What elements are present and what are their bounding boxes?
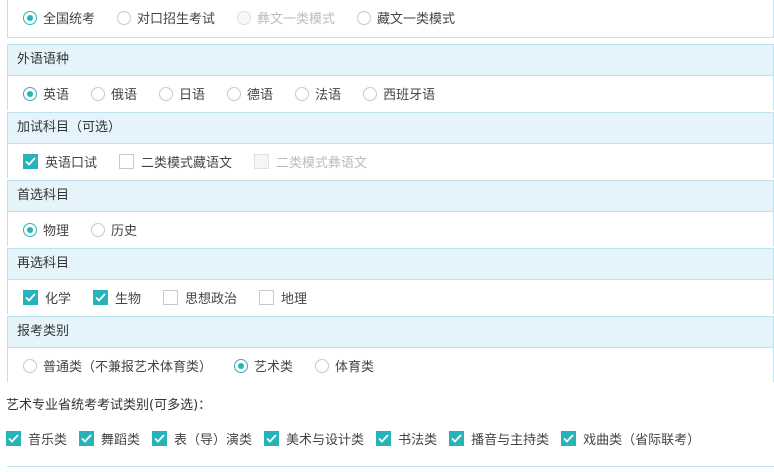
option-history[interactable]: 历史: [91, 220, 137, 239]
option-german[interactable]: 德语: [227, 84, 273, 103]
option-calligraphy[interactable]: 书法类: [376, 429, 437, 448]
radio-icon[interactable]: [315, 358, 330, 373]
radio-icon[interactable]: [295, 86, 310, 101]
option-chemistry[interactable]: 化学: [23, 288, 71, 307]
checkbox-icon[interactable]: [376, 431, 392, 446]
checkbox-icon[interactable]: [449, 431, 465, 446]
checkbox-icon[interactable]: [119, 154, 135, 169]
section-title: 外语语种: [8, 45, 773, 76]
option-english[interactable]: 英语: [23, 84, 69, 103]
option-yi-language: 二类模式彝语文: [254, 152, 367, 171]
radio-icon[interactable]: [91, 86, 106, 101]
art-exam-options: 音乐类 舞蹈类 表（导）演类 美术与设计类 书法类 播音与主持类 戏曲类（省际联…: [6, 429, 712, 448]
option-biology[interactable]: 生物: [93, 288, 141, 307]
extra-subjects-section: 加试科目（可选） 英语口试 二类模式藏语文 二类模式彝语文: [7, 112, 774, 179]
checkbox-icon[interactable]: [79, 431, 95, 446]
radio-icon: [237, 10, 252, 25]
option-geography[interactable]: 地理: [259, 288, 307, 307]
option-sports[interactable]: 体育类: [315, 356, 374, 375]
first-choice-section: 首选科目 物理 历史: [7, 180, 774, 247]
option-vocational-exam[interactable]: 对口招生考试: [117, 8, 215, 27]
radio-icon[interactable]: [363, 86, 378, 101]
option-broadcasting[interactable]: 播音与主持类: [449, 429, 549, 448]
foreign-language-options: 英语 俄语 日语 德语 法语 西班牙语: [8, 76, 773, 111]
option-russian[interactable]: 俄语: [91, 84, 137, 103]
checkbox-icon[interactable]: [23, 154, 38, 169]
category-options: 普通类（不兼报艺术体育类） 艺术类 体育类: [8, 348, 773, 383]
option-french[interactable]: 法语: [295, 84, 341, 103]
radio-icon[interactable]: [227, 86, 242, 101]
option-japanese[interactable]: 日语: [159, 84, 205, 103]
checkbox-icon[interactable]: [6, 431, 21, 446]
checkbox-icon[interactable]: [259, 290, 275, 305]
radio-icon[interactable]: [117, 10, 132, 25]
option-art[interactable]: 艺术类: [234, 356, 293, 375]
art-exam-title: 艺术专业省统考考试类别(可多选)：: [6, 398, 212, 413]
category-section: 报考类别 普通类（不兼报艺术体育类） 艺术类 体育类: [7, 316, 774, 383]
option-politics[interactable]: 思想政治: [163, 288, 237, 307]
radio-icon[interactable]: [91, 222, 106, 237]
divider: [7, 466, 774, 467]
second-choice-options: 化学 生物 思想政治 地理: [8, 280, 773, 315]
second-choice-section: 再选科目 化学 生物 思想政治 地理: [7, 248, 774, 315]
option-performance[interactable]: 表（导）演类: [152, 429, 252, 448]
radio-icon[interactable]: [23, 222, 37, 237]
extra-subjects-options: 英语口试 二类模式藏语文 二类模式彝语文: [8, 144, 773, 179]
option-music[interactable]: 音乐类: [6, 429, 67, 448]
option-dance[interactable]: 舞蹈类: [79, 429, 140, 448]
checkbox-icon[interactable]: [23, 290, 38, 305]
checkbox-icon[interactable]: [152, 431, 168, 446]
option-tibetan-language[interactable]: 二类模式藏语文: [119, 152, 232, 171]
checkbox-icon[interactable]: [93, 290, 109, 305]
foreign-language-section: 外语语种 英语 俄语 日语 德语 法语 西班牙语: [7, 44, 774, 111]
option-tibetan-mode[interactable]: 藏文一类模式: [357, 8, 455, 27]
radio-icon[interactable]: [23, 10, 37, 25]
checkbox-icon[interactable]: [561, 431, 577, 446]
option-english-oral[interactable]: 英语口试: [23, 152, 97, 171]
checkbox-icon[interactable]: [163, 290, 179, 305]
section-title: 首选科目: [8, 181, 773, 212]
radio-icon[interactable]: [23, 358, 37, 373]
checkbox-icon[interactable]: [264, 431, 280, 446]
exam-mode-options: 全国统考 对口招生考试 彝文一类模式 藏文一类模式: [8, 0, 773, 36]
radio-icon[interactable]: [23, 86, 37, 101]
option-general[interactable]: 普通类（不兼报艺术体育类）: [23, 356, 212, 375]
checkbox-icon: [254, 154, 270, 169]
option-spanish[interactable]: 西班牙语: [363, 84, 435, 103]
radio-icon[interactable]: [234, 358, 249, 373]
section-title: 报考类别: [8, 317, 773, 348]
first-choice-options: 物理 历史: [8, 212, 773, 247]
radio-icon[interactable]: [357, 10, 372, 25]
option-national-exam[interactable]: 全国统考: [23, 8, 95, 27]
section-title: 再选科目: [8, 249, 773, 280]
option-physics[interactable]: 物理: [23, 220, 69, 239]
section-title: 加试科目（可选）: [8, 113, 773, 144]
option-yi-mode: 彝文一类模式: [237, 8, 335, 27]
radio-icon[interactable]: [159, 86, 174, 101]
option-opera[interactable]: 戏曲类（省际联考）: [561, 429, 700, 448]
option-fine-art-design[interactable]: 美术与设计类: [264, 429, 364, 448]
exam-mode-section: 全国统考 对口招生考试 彝文一类模式 藏文一类模式: [7, 0, 774, 38]
